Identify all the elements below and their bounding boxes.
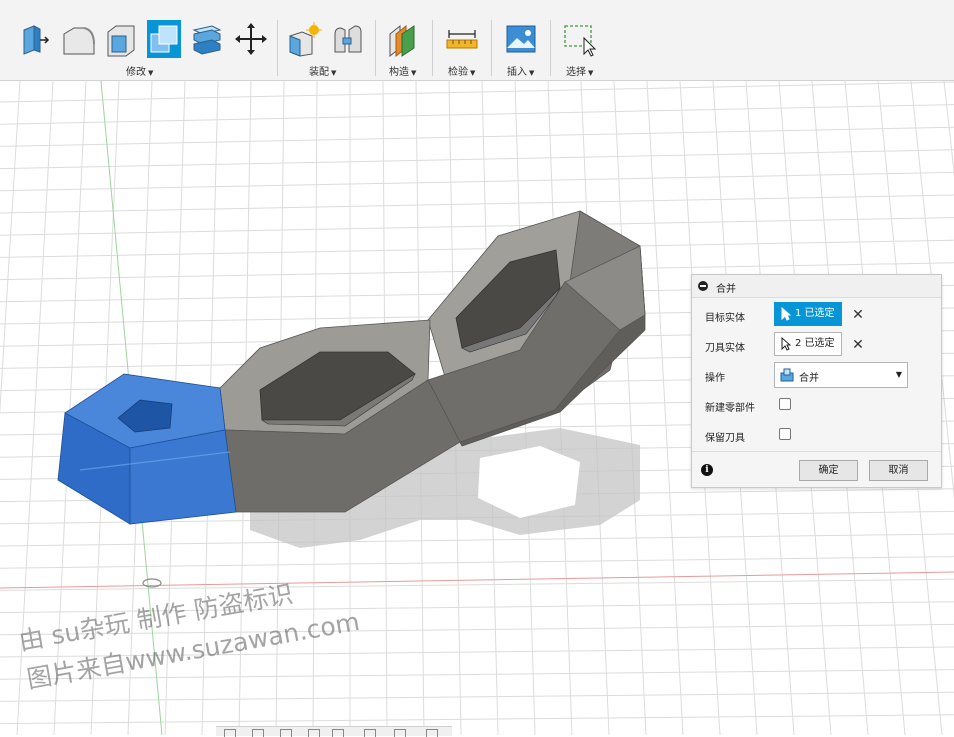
pan-icon[interactable] [280,729,292,737]
grid-line [0,104,954,125]
grid-line [0,556,954,569]
ok-button[interactable]: 确定 [799,460,858,481]
tool-body-right[interactable] [427,210,646,447]
offset-plane-icon[interactable] [386,20,420,58]
new-component-checkbox[interactable] [779,398,791,410]
display-settings-icon[interactable] [364,729,376,737]
collapse-icon[interactable] [698,281,708,291]
target-body-label: 目标实体 [705,313,745,324]
viewports-icon[interactable] [426,729,438,737]
x-axis-line [0,571,954,589]
combine-dialog: 合并 目标实体 1 已选定 ✕ 刀具实体 2 已选定 ✕ 操作 合并 ▼ 新建零… [691,274,942,488]
grid-line [0,171,954,192]
operation-label: 操作 [705,373,725,384]
new-component-label: 新建零部件 [705,403,755,414]
zoom-icon[interactable] [308,729,320,737]
construct-menu[interactable]: 构造 ▼ [389,63,416,78]
joint-icon[interactable] [331,20,365,58]
dialog-footer: i 确定 取消 [692,451,941,488]
join-icon [780,368,794,382]
toolbar-separator [550,20,551,76]
dialog-header[interactable]: 合并 [692,275,941,298]
clear-target-button[interactable]: ✕ [850,307,866,323]
move-icon[interactable] [234,20,268,58]
grid-line [646,81,684,735]
grid-line [0,239,954,258]
assemble-menu[interactable]: 装配 ▼ [309,63,336,78]
keep-tools-checkbox[interactable] [779,428,791,440]
fillet-icon[interactable] [62,20,96,58]
toolbar: 修改 ▼ 装配 ▼ 构造 ▼ 检验 ▼ 插入 ▼ 选择 ▼ [0,0,954,81]
target-body-selector[interactable]: 1 已选定 [774,302,842,326]
new-component-icon[interactable] [288,20,322,58]
grid-line [0,714,954,725]
operation-dropdown[interactable]: 合并 ▼ [774,362,908,388]
split-body-icon[interactable] [190,20,224,58]
press-pull-icon[interactable] [18,20,52,58]
toolbar-separator [491,20,492,76]
modify-menu[interactable]: 修改 ▼ [126,63,153,78]
toolbar-separator [432,20,433,76]
grid-line [0,149,954,170]
info-icon[interactable]: i [701,464,713,476]
orbit-icon[interactable] [224,729,236,737]
grid-line [0,126,954,147]
fit-icon[interactable] [332,729,344,737]
keep-tools-label: 保留刀具 [705,433,745,444]
dialog-title: 合并 [716,284,736,295]
grid-line [0,194,954,214]
select-menu[interactable]: 选择 ▼ [566,63,593,78]
clear-tool-button[interactable]: ✕ [850,337,866,353]
chevron-down-icon: ▼ [895,370,902,379]
select-box-icon[interactable] [562,20,596,58]
grid-line [0,81,954,103]
grid-settings-icon[interactable] [394,729,406,737]
toolbar-separator [375,20,376,76]
look-at-icon[interactable] [252,729,264,737]
combine-icon[interactable] [147,20,181,58]
insert-menu[interactable]: 插入 ▼ [507,63,534,78]
insert-image-icon[interactable] [504,20,538,58]
cursor-icon [781,307,791,321]
tool-body-label: 刀具实体 [705,343,745,354]
target-body-selected[interactable] [57,373,237,525]
grid-line [0,217,954,236]
measure-icon[interactable] [445,20,479,58]
shell-icon[interactable] [104,20,138,58]
grid-line [0,691,954,702]
cursor-icon [781,337,791,351]
grid-line [0,81,21,417]
toolbar-separator [277,20,278,76]
tool-body-selector[interactable]: 2 已选定 [774,332,842,356]
inspect-menu[interactable]: 检验 ▼ [448,63,475,78]
cancel-button[interactable]: 取消 [869,460,928,481]
